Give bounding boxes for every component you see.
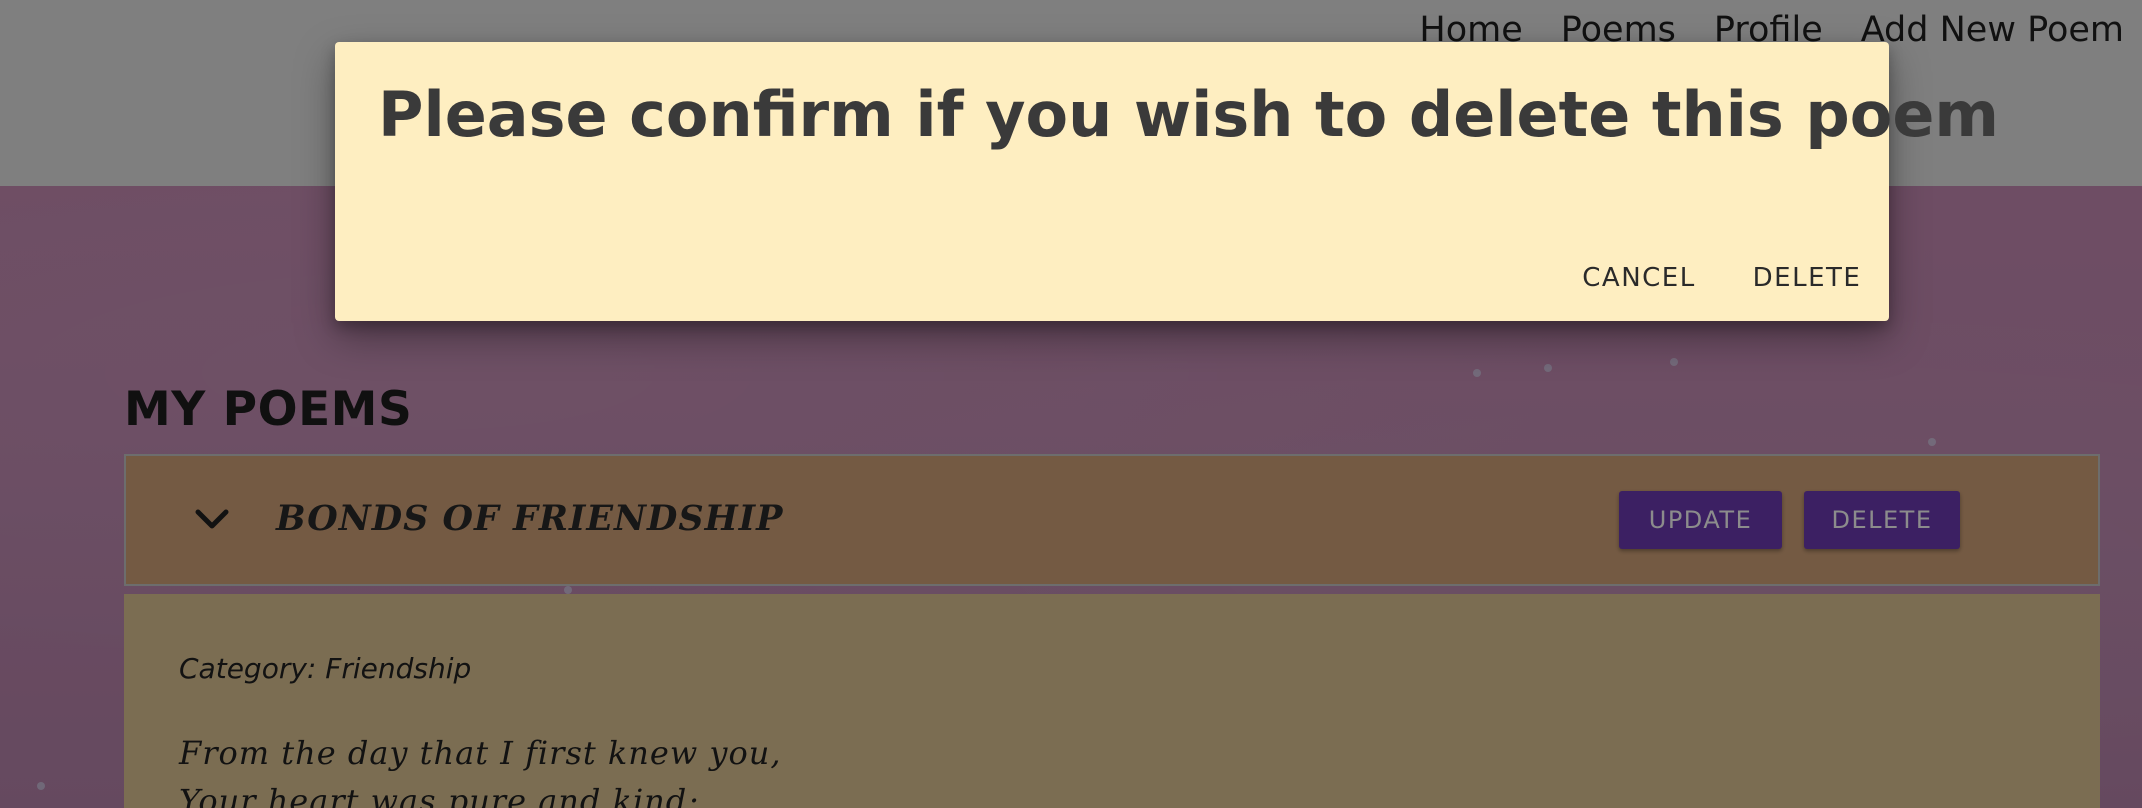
dialog-title: Please confirm if you wish to delete thi… — [378, 78, 1999, 151]
confirm-delete-dialog: Please confirm if you wish to delete thi… — [335, 42, 1999, 321]
cancel-button[interactable]: CANCEL — [1569, 248, 1709, 308]
confirm-delete-button[interactable]: DELETE — [1739, 248, 1875, 308]
